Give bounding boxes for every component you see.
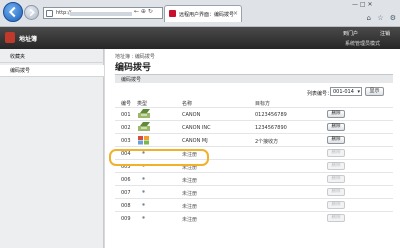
- unregistered-dot-icon: [142, 203, 145, 206]
- delete-button: 删除: [327, 201, 345, 209]
- address-redacted: [70, 12, 132, 16]
- table-row[interactable]: 003 CANON MJ 2个接收方 删除: [115, 133, 393, 146]
- window-controls[interactable]: — □ ✕: [352, 1, 373, 8]
- row-number: 001: [121, 112, 131, 118]
- delete-button[interactable]: 删除: [327, 110, 345, 118]
- row-destination: 0123456789: [255, 112, 287, 118]
- column-header-name: 名称: [182, 101, 193, 107]
- back-arrow-icon: [8, 6, 16, 18]
- fax-icon: [138, 109, 150, 118]
- app-title: 地址簿: [19, 36, 38, 43]
- table-row[interactable]: 006 未注册 删除: [115, 172, 393, 185]
- address-book-icon: [5, 32, 15, 43]
- forward-button[interactable]: [24, 5, 39, 20]
- browser-chrome: http:// ← ⊕ ↻ 远程用户界面：编码拨号 × — □ ✕ ⌂ ☆ ⚙: [0, 0, 400, 27]
- row-number: 006: [121, 177, 131, 183]
- back-button[interactable]: [3, 2, 23, 22]
- sidebar-item-favorites[interactable]: 收藏夹: [0, 51, 104, 63]
- address-tools[interactable]: ← ⊕ ↻: [134, 8, 153, 15]
- breadcrumb[interactable]: 地址簿 : 编码拨号: [115, 53, 155, 60]
- sidebar: 收藏夹 编码拨号: [0, 49, 104, 248]
- unregistered-dot-icon: [142, 190, 145, 193]
- list-number-select[interactable]: 001-014 ▾: [330, 87, 362, 96]
- delete-button[interactable]: 删除: [327, 136, 345, 144]
- table-row[interactable]: 008 未注册 删除: [115, 198, 393, 211]
- tab-close-icon[interactable]: ×: [233, 10, 238, 17]
- section-header: 编码拨号: [115, 74, 393, 83]
- forward-arrow-icon: [29, 8, 35, 17]
- chevron-down-icon: ▾: [357, 89, 360, 95]
- highlight-callout: [109, 149, 209, 166]
- tab-title: 远程用户界面：编码拨号: [179, 12, 235, 18]
- list-number-label: 列表编号：: [307, 91, 333, 97]
- column-header-type: 类型: [137, 101, 148, 107]
- row-number: 009: [121, 216, 131, 222]
- row-name[interactable]: 未注册: [182, 203, 197, 210]
- tab-favicon-icon: [169, 10, 176, 17]
- row-number: 003: [121, 138, 131, 144]
- column-header-dest: 目标方: [255, 101, 271, 107]
- delete-button: 删除: [327, 162, 345, 170]
- gear-icon[interactable]: ⚙: [390, 14, 396, 22]
- delete-button[interactable]: 删除: [327, 123, 345, 131]
- page-icon: [46, 10, 53, 17]
- browser-tab[interactable]: 远程用户界面：编码拨号 ×: [164, 5, 242, 22]
- row-destination: 2个接收方: [255, 139, 279, 145]
- sidebar-item-coded-dial[interactable]: 编码拨号: [0, 65, 104, 77]
- star-icon[interactable]: ☆: [377, 14, 383, 22]
- app-header: 地址簿 到门户 注销 系统管理员模式: [0, 27, 400, 49]
- row-name[interactable]: 未注册: [182, 190, 197, 197]
- row-number: 007: [121, 190, 131, 196]
- row-name[interactable]: 未注册: [182, 177, 197, 184]
- delete-button: 删除: [327, 188, 345, 196]
- delete-button: 删除: [327, 214, 345, 222]
- unregistered-dot-icon: [142, 177, 145, 180]
- row-number: 002: [121, 125, 131, 131]
- list-number-value: 001-014: [333, 89, 354, 95]
- column-header-num: 编号: [121, 101, 132, 107]
- delete-button: 删除: [327, 175, 345, 183]
- group-icon: [138, 136, 149, 145]
- page-title: 编码拨号: [115, 63, 152, 73]
- fax-icon: [138, 122, 150, 131]
- table-row[interactable]: 002 CANON INC 1234567890 删除: [115, 120, 393, 133]
- toolbar-icons: ⌂ ☆ ⚙: [363, 14, 396, 22]
- show-button[interactable]: 显示: [365, 87, 384, 96]
- admin-mode-label: 系统管理员模式: [345, 41, 381, 47]
- row-name: CANON MJ: [182, 138, 208, 144]
- portal-link[interactable]: 到门户: [343, 30, 358, 37]
- delete-button: 删除: [327, 149, 345, 157]
- table-row[interactable]: 001 CANON 0123456789 删除: [115, 107, 393, 120]
- row-name: CANON: [182, 112, 201, 118]
- row-number: 008: [121, 203, 131, 209]
- home-icon[interactable]: ⌂: [367, 14, 371, 22]
- logout-link[interactable]: 注销: [380, 30, 390, 37]
- section-title: 编码拨号: [121, 77, 142, 83]
- row-name[interactable]: 未注册: [182, 216, 197, 223]
- row-name: CANON INC: [182, 125, 211, 131]
- table-row[interactable]: 007 未注册 删除: [115, 185, 393, 198]
- table-row[interactable]: 009 未注册 删除: [115, 211, 393, 224]
- row-destination: 1234567890: [255, 125, 287, 131]
- unregistered-dot-icon: [142, 216, 145, 219]
